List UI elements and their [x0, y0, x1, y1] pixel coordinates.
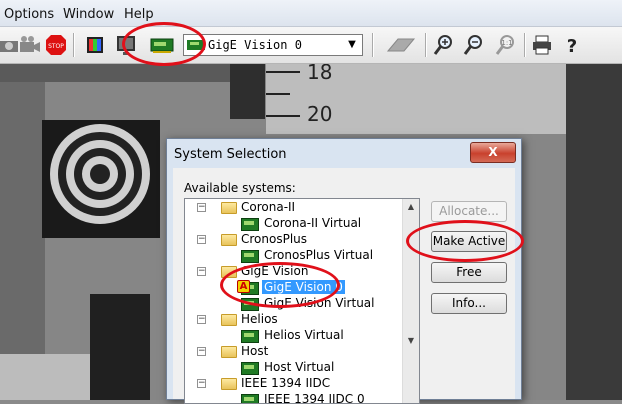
tree-label: Host — [241, 344, 269, 358]
tree-label: Corona-II — [241, 200, 296, 214]
board-icon — [241, 250, 259, 263]
close-icon: X — [488, 145, 498, 159]
make-active-button[interactable]: Make Active — [431, 231, 507, 252]
display-icon[interactable] — [114, 33, 138, 57]
collapse-icon[interactable]: − — [197, 315, 206, 324]
collapse-icon[interactable]: − — [197, 203, 206, 212]
tree-label: CronosPlus — [241, 232, 308, 246]
tree-item-gige-vision-virtual[interactable]: GigE Vision Virtual — [185, 296, 405, 312]
help-icon[interactable]: ? — [560, 33, 584, 57]
scroll-up-icon[interactable]: ▲ — [403, 199, 419, 215]
tree-item-ieee-1394-iidc-0[interactable]: IEEE 1394 IIDC 0 — [185, 392, 405, 404]
tree-group-ieee-1394-iidc[interactable]: − IEEE 1394 IIDC — [185, 376, 405, 392]
menu-help[interactable]: Help — [124, 7, 154, 22]
tree-item-gige-vision-0[interactable]: A GigE Vision 0 — [185, 280, 405, 296]
tree-label: CronosPlus Virtual — [264, 248, 374, 262]
active-badge-icon: A — [237, 280, 250, 293]
zoom-in-icon[interactable] — [432, 33, 456, 57]
system-selection-dialog: System Selection X Available systems: − … — [166, 138, 522, 404]
tree-label-selected: GigE Vision 0 — [262, 280, 345, 294]
ruler-label-18: 18 — [307, 64, 333, 84]
toolbar-separator — [425, 33, 427, 57]
tree-group-gige-vision[interactable]: − GigE Vision — [185, 264, 405, 280]
tree-scrollbar[interactable]: ▲ ▼ — [402, 199, 419, 403]
movie-camera-icon[interactable] — [18, 33, 42, 57]
board-select-value: GigE Vision 0 — [208, 38, 302, 52]
tree-label: Host Virtual — [264, 360, 335, 374]
chevron-down-icon[interactable]: ▼ — [344, 37, 360, 53]
tree-group-cronosplus[interactable]: − CronosPlus — [185, 232, 405, 248]
systems-tree[interactable]: − Corona-II Corona-II Virtual − CronosPl… — [184, 198, 420, 404]
tree-group-corona-ii[interactable]: − Corona-II — [185, 200, 405, 216]
printer-icon[interactable] — [530, 33, 554, 57]
tree-item-cronosplus-virtual[interactable]: CronosPlus Virtual — [185, 248, 405, 264]
collapse-icon[interactable]: − — [197, 267, 206, 276]
tree-label: IEEE 1394 IIDC — [241, 376, 331, 390]
tree-label: GigE Vision Virtual — [264, 296, 375, 310]
allocate-button[interactable]: Allocate... — [431, 201, 507, 222]
info-button[interactable]: Info... — [431, 293, 507, 314]
tree-label: Helios — [241, 312, 278, 326]
board-icon — [241, 330, 259, 343]
toolbar-separator — [372, 33, 374, 57]
ruler-label-20: 20 — [307, 102, 333, 126]
board-icon — [187, 40, 205, 50]
board-icon — [241, 298, 259, 311]
dialog-title: System Selection — [174, 147, 287, 162]
collapse-icon[interactable]: − — [197, 235, 206, 244]
color-channels-icon[interactable] — [83, 33, 107, 57]
tree-label: IEEE 1394 IIDC 0 — [264, 392, 365, 404]
collapse-icon[interactable]: − — [197, 379, 206, 388]
board-select[interactable]: GigE Vision 0 ▼ — [183, 34, 363, 56]
zoom-actual-size-icon[interactable]: 1:1 — [494, 33, 518, 57]
folder-icon — [221, 346, 237, 358]
zoom-out-icon[interactable] — [462, 33, 486, 57]
tree-item-helios-virtual[interactable]: Helios Virtual — [185, 328, 405, 344]
toolbar: STOP GigE Vision 0 ▼ 1:1 ? — [0, 27, 622, 64]
frame-grabber-board-icon[interactable] — [150, 33, 174, 57]
folder-icon — [221, 314, 237, 326]
menu-options[interactable]: Options — [4, 7, 54, 22]
dialog-body: Available systems: − Corona-II Corona-II… — [173, 168, 515, 404]
close-button[interactable]: X — [470, 142, 516, 163]
stop-icon[interactable]: STOP — [44, 33, 68, 57]
menu-window[interactable]: Window — [63, 7, 114, 22]
svg-text:1:1: 1:1 — [501, 39, 512, 47]
folder-icon — [221, 266, 237, 278]
free-button[interactable]: Free — [431, 262, 507, 283]
collapse-icon[interactable]: − — [197, 347, 206, 356]
board-icon — [241, 362, 259, 375]
available-systems-label: Available systems: — [184, 181, 296, 195]
folder-icon — [221, 234, 237, 246]
tree-label: GigE Vision — [241, 264, 309, 278]
menu-bar: Options Window Help — [0, 0, 622, 27]
toolbar-separator — [73, 33, 75, 57]
tree-group-host[interactable]: − Host — [185, 344, 405, 360]
tree-label: Helios Virtual — [264, 328, 344, 342]
svg-text:STOP: STOP — [48, 43, 64, 50]
eraser-icon[interactable] — [384, 33, 420, 57]
tree-item-host-virtual[interactable]: Host Virtual — [185, 360, 405, 376]
scroll-down-icon[interactable]: ▼ — [403, 333, 419, 349]
tree-group-helios[interactable]: − Helios — [185, 312, 405, 328]
folder-icon — [221, 378, 237, 390]
tree-item-corona-ii-virtual[interactable]: Corona-II Virtual — [185, 216, 405, 232]
folder-icon — [221, 202, 237, 214]
tree-label: Corona-II Virtual — [264, 216, 362, 230]
board-icon — [241, 218, 259, 231]
svg-text:?: ? — [567, 36, 577, 57]
board-icon — [241, 394, 259, 403]
toolbar-separator — [524, 33, 526, 57]
